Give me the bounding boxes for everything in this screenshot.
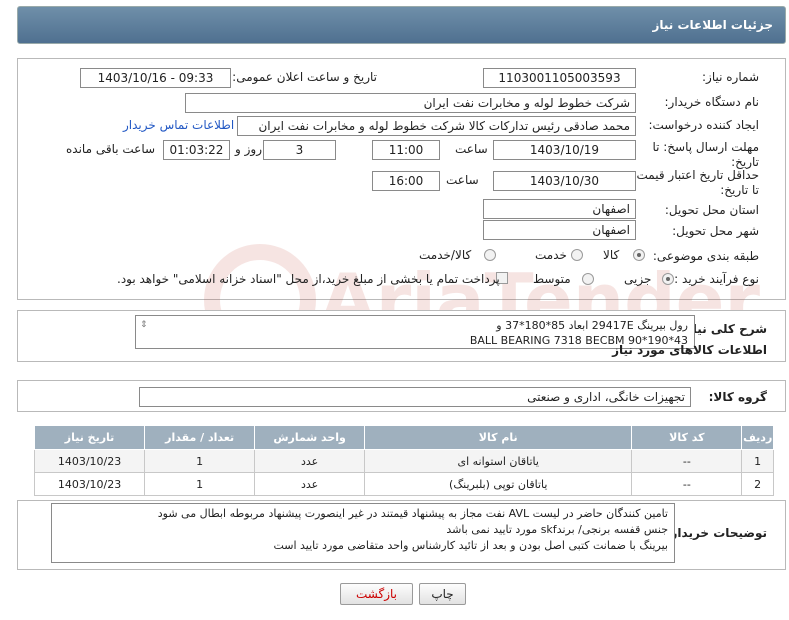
cell-code: --	[631, 472, 743, 496]
process-radio-medium[interactable]	[582, 273, 594, 285]
cell-unit: عدد	[254, 449, 366, 473]
buyer-notes-line-2: جنس قفسه برنجی/ برندskf مورد تایید نمی ب…	[446, 523, 668, 536]
province-field: اصفهان	[483, 199, 636, 219]
col-code: کد کالا	[631, 425, 743, 450]
cell-unit: عدد	[254, 472, 366, 496]
need-number-field: 1103001105003593	[483, 68, 636, 88]
cell-name: یاتاقان استوانه ای	[364, 449, 633, 473]
category-radio-goods[interactable]	[633, 249, 645, 261]
treasury-payment-note: پرداخت تمام یا بخشی از مبلغ خرید،از محل …	[117, 272, 500, 286]
cell-date: 1403/10/23	[33, 472, 146, 496]
remaining-time-field: 01:03:22	[163, 140, 230, 160]
announce-label: تاریخ و ساعت اعلان عمومی:	[232, 70, 377, 84]
deadline-time-label: ساعت	[455, 142, 488, 156]
buyer-org-field: شرکت خطوط لوله و مخابرات نفت ایران	[185, 93, 636, 113]
deadline-time-field: 11:00	[372, 140, 440, 160]
col-name: نام کالا	[364, 425, 633, 450]
print-button[interactable]: چاپ	[419, 583, 466, 605]
deadline-label: مهلت ارسال پاسخ: تا تاریخ:	[652, 140, 759, 169]
process-radio-minor[interactable]	[662, 273, 674, 285]
buyer-org-label: نام دستگاه خریدار:	[664, 95, 760, 109]
process-label: نوع فرآیند خرید :	[674, 272, 759, 286]
table-header-row: ردیف کد کالا نام کالا واحد شمارش تعداد /…	[33, 425, 774, 450]
col-row: ردیف	[741, 425, 774, 450]
category-label: طبقه بندی موضوعی:	[652, 249, 759, 263]
city-label: شهر محل تحویل:	[672, 224, 759, 238]
col-date: تاریخ نیاز	[33, 425, 146, 450]
creator-label: ایجاد کننده درخواست:	[648, 118, 759, 132]
process-option-minor: جزیی	[624, 272, 652, 286]
city-field: اصفهان	[483, 220, 636, 240]
category-option-service: خدمت	[535, 248, 567, 262]
buyer-contact-link[interactable]: اطلاعات تماس خریدار	[123, 118, 234, 132]
province-label: استان محل تحویل:	[664, 203, 759, 217]
price-validity-time-field: 16:00	[372, 171, 440, 191]
cell-row: 1	[741, 449, 774, 473]
price-validity-label: حداقل تاریخ اعتبار قیمت: تا تاریخ:	[632, 168, 759, 197]
category-radio-goods-service[interactable]	[484, 249, 496, 261]
category-option-goods-service: کالا/خدمت	[419, 248, 472, 262]
scroll-arrows-icon[interactable]: ⇕	[140, 318, 148, 333]
summary-line-1: رول بیرینگ 29417E ابعاد 85*180*37 و	[496, 319, 688, 332]
cell-qty: 1	[144, 472, 256, 496]
buyer-notes-textarea[interactable]: تامین کنندگان حاضر در لیست AVL نفت مجاز …	[51, 503, 675, 563]
days-field: 3	[263, 140, 336, 160]
process-option-medium: متوسط	[533, 272, 571, 286]
back-button[interactable]: بازگشت	[340, 583, 413, 605]
col-qty: تعداد / مقدار	[144, 425, 256, 450]
need-number-label: شماره نیاز:	[702, 70, 759, 84]
goods-section-title: اطلاعات کالاهای مورد نیاز	[612, 343, 767, 357]
price-validity-date-field: 1403/10/30	[493, 171, 636, 191]
remaining-label: ساعت باقی مانده	[66, 142, 156, 156]
goods-group-label: گروه کالا:	[708, 390, 767, 404]
announce-date-field: 1403/10/16 - 09:33	[80, 68, 231, 88]
cell-date: 1403/10/23	[33, 449, 146, 473]
deadline-date-field: 1403/10/19	[493, 140, 636, 160]
price-time-label: ساعت	[446, 173, 479, 187]
summary-line-2: BALL BEARING 7318 BECBM 90*190*43	[469, 334, 688, 347]
cell-code: --	[631, 449, 743, 473]
creator-field: محمد صادقی رئیس تدارکات کالا شرکت خطوط ل…	[237, 116, 636, 136]
table-row: 2 -- یاتاقان توپی (بلبرینگ) عدد 1 1403/1…	[33, 472, 774, 496]
days-label: روز و	[235, 142, 262, 156]
buyer-notes-line-1: تامین کنندگان حاضر در لیست AVL نفت مجاز …	[157, 507, 668, 520]
table-row: 1 -- یاتاقان استوانه ای عدد 1 1403/10/23	[33, 449, 774, 473]
page-header: جزئیات اطلاعات نیاز	[17, 6, 786, 44]
cell-name: یاتاقان توپی (بلبرینگ)	[364, 472, 633, 496]
buyer-notes-line-3: بیرینگ با ضمانت کتبی اصل بودن و بعد از ت…	[273, 539, 668, 552]
page-title: جزئیات اطلاعات نیاز	[652, 18, 773, 32]
cell-qty: 1	[144, 449, 256, 473]
category-radio-service[interactable]	[571, 249, 583, 261]
goods-table: ردیف کد کالا نام کالا واحد شمارش تعداد /…	[33, 425, 774, 496]
goods-group-field: تجهیزات خانگی، اداری و صنعتی	[139, 387, 691, 407]
category-option-goods: کالا	[603, 248, 620, 262]
cell-row: 2	[741, 472, 774, 496]
buyer-notes-label: توضیحات خریدار:	[665, 526, 767, 540]
col-unit: واحد شمارش	[254, 425, 366, 450]
summary-textarea[interactable]: رول بیرینگ 29417E ابعاد 85*180*37 و BALL…	[135, 315, 695, 349]
